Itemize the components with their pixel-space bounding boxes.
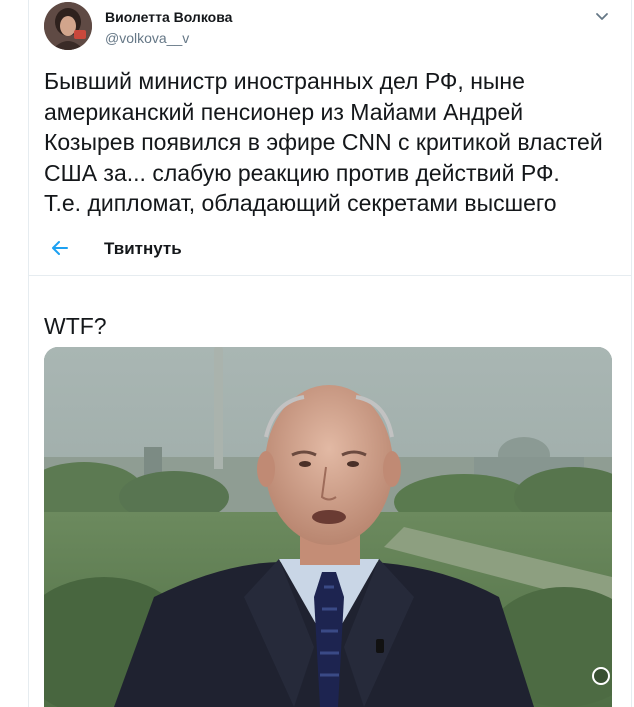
tweet-line: Т.е. дипломат, обладающий секретами высш… (44, 190, 557, 216)
display-name[interactable]: Виолетта Волкова (105, 9, 232, 25)
arrow-left-icon[interactable] (49, 237, 71, 259)
tweet-line: американский пенсионер из Майами Андрей (44, 98, 524, 125)
avatar[interactable] (44, 2, 92, 50)
avatar-image (44, 2, 92, 50)
tweet-line: Козырев появился в эфире CNN с критикой … (44, 129, 603, 155)
video-frame-image (44, 347, 612, 707)
tweet-line: США за... слабую реакцию против действий… (44, 159, 560, 186)
play-indicator-icon[interactable] (592, 667, 610, 685)
tweet-line: Бывший министр иностранных дел РФ, ныне (44, 68, 525, 94)
user-handle[interactable]: @volkova__v (105, 30, 189, 46)
page-title: Твитнуть (104, 239, 182, 258)
sticky-header: Твитнуть (29, 222, 631, 276)
tweet-continuation: WTF? (44, 313, 107, 339)
tweet-text: Бывший министр иностранных дел РФ, ныне … (44, 66, 614, 220)
tweet-media[interactable] (44, 347, 612, 707)
chevron-down-icon[interactable] (594, 9, 610, 25)
tweet-header: Виолетта Волкова @volkova__v (44, 2, 624, 52)
